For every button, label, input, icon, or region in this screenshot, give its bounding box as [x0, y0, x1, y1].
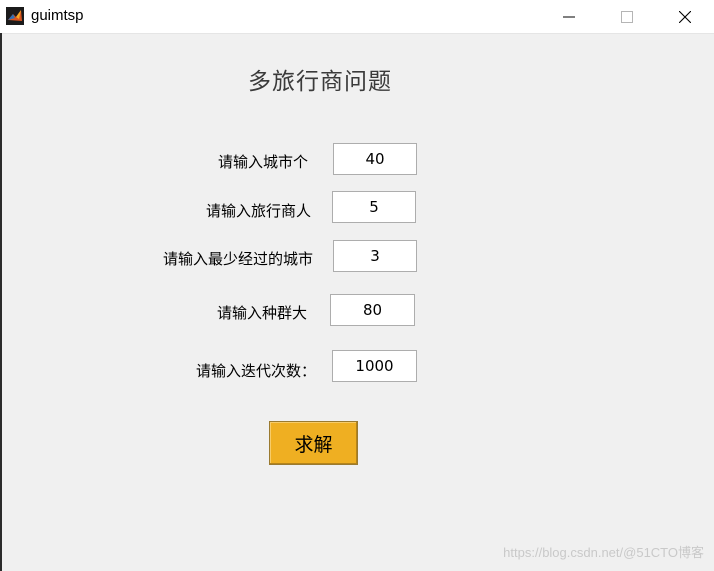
app-window: guimtsp 多旅行商问题 请输入城市个 请输入旅行商人 请输入最少经过的城市…: [0, 0, 714, 571]
minimize-icon: [563, 16, 575, 17]
salesmen-label: 请输入旅行商人: [205, 202, 311, 220]
window-border: [0, 33, 2, 571]
close-button[interactable]: [656, 0, 714, 33]
title-bar[interactable]: guimtsp: [0, 0, 714, 34]
population-input[interactable]: [330, 294, 415, 326]
solve-button[interactable]: 求解: [269, 421, 358, 465]
page-title: 多旅行商问题: [248, 69, 392, 95]
population-label: 请输入种群大: [216, 304, 307, 322]
window-title: guimtsp: [31, 7, 84, 24]
maximize-button[interactable]: [598, 0, 656, 33]
min-cities-input[interactable]: [333, 240, 417, 272]
watermark: https://blog.csdn.net/@51CTO博客: [503, 545, 704, 560]
maximize-icon: [621, 10, 633, 23]
cities-input[interactable]: [333, 143, 417, 175]
salesmen-input[interactable]: [332, 191, 416, 223]
iterations-input[interactable]: [332, 350, 417, 382]
iterations-label: 请输入迭代次数：: [195, 362, 316, 380]
minimize-button[interactable]: [540, 0, 598, 33]
cities-label: 请输入城市个: [217, 153, 308, 171]
min-cities-label: 请输入最少经过的城市: [162, 250, 313, 268]
close-icon: [679, 10, 691, 23]
matlab-icon: [6, 7, 24, 25]
